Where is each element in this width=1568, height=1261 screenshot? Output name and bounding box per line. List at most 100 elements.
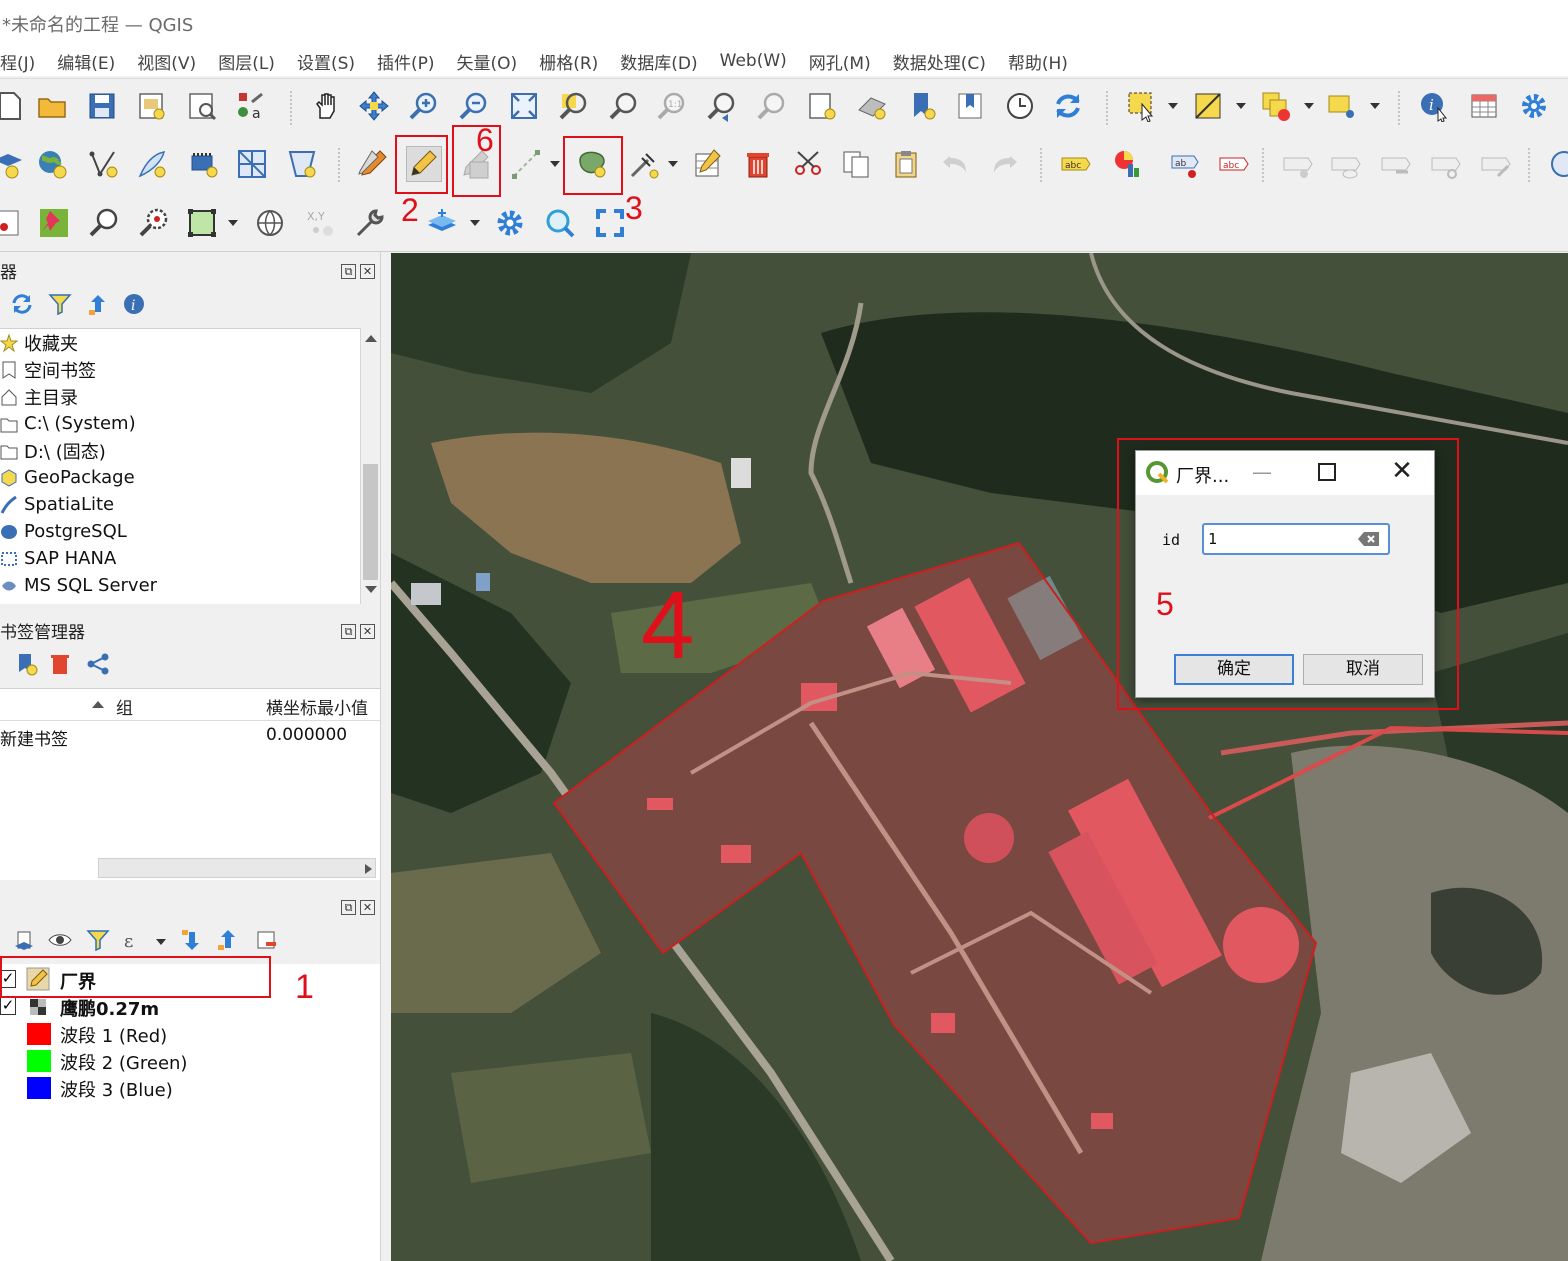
tree-item-spatial-bookmarks[interactable]: 空间书签 [0, 356, 360, 383]
layer-visibility-checkbox[interactable]: ✓ [0, 997, 16, 1015]
copy-features-icon[interactable] [838, 146, 874, 182]
settings-gear-icon[interactable] [1516, 88, 1552, 124]
select-extent-dropdown[interactable] [228, 205, 238, 241]
scrollbar-thumb[interactable] [363, 464, 378, 580]
close-panel-icon[interactable]: ✕ [360, 900, 375, 915]
close-panel-icon[interactable]: ✕ [360, 624, 375, 639]
zoom-locate-icon[interactable] [136, 205, 172, 241]
change-label-icon[interactable]: abc [1216, 146, 1252, 182]
new-3d-view-icon[interactable] [854, 88, 890, 124]
refresh-icon[interactable] [1050, 88, 1086, 124]
tree-item-postgresql[interactable]: PostgreSQL [0, 518, 360, 545]
expression-filter-icon[interactable]: ε [120, 926, 148, 954]
vertex-tool-icon[interactable] [626, 146, 662, 182]
digitize-dropdown[interactable] [550, 146, 560, 182]
zoom-out-icon[interactable] [456, 88, 492, 124]
column-header-group[interactable]: 组 [116, 694, 133, 719]
processing-gear-icon[interactable] [492, 205, 528, 241]
tree-item-drive-c[interactable]: C:\ (System) [0, 410, 360, 437]
collapse-all-icon[interactable] [214, 926, 242, 954]
tree-item-home[interactable]: 主目录 [0, 383, 360, 410]
tree-item-drive-d[interactable]: D:\ (固态) [0, 437, 360, 464]
menu-layer[interactable]: 图层(L) [218, 49, 275, 74]
share-icon[interactable] [84, 650, 112, 678]
scroll-right-icon[interactable] [364, 864, 372, 874]
select-extent-icon[interactable] [184, 205, 220, 241]
zoom-to-selection-icon[interactable] [556, 88, 592, 124]
info-icon[interactable]: i [120, 290, 148, 318]
layer-stack-dropdown[interactable] [470, 205, 480, 241]
new-map-view-icon[interactable] [804, 88, 840, 124]
eye-icon[interactable] [46, 926, 74, 954]
new-bookmark-icon[interactable] [904, 88, 940, 124]
select-dropdown[interactable] [1168, 88, 1178, 124]
wrench-icon[interactable] [352, 205, 388, 241]
expand-all-icon[interactable] [178, 926, 206, 954]
modify-attributes-icon[interactable] [690, 146, 726, 182]
zoom-to-layer-icon[interactable] [606, 88, 642, 124]
menu-mesh[interactable]: 网孔(M) [809, 49, 871, 74]
expression-filter-dropdown[interactable] [156, 924, 166, 960]
tree-item-mssql[interactable]: MS SQL Server [0, 572, 360, 599]
add-layer-icon[interactable] [0, 146, 26, 182]
search-magnifier-icon[interactable] [542, 205, 578, 241]
add-mesh-icon[interactable] [234, 146, 270, 182]
label-rotate-icon[interactable] [1428, 146, 1464, 182]
paste-features-icon[interactable] [888, 146, 924, 182]
tree-item-sap-hana[interactable]: SAP HANA [0, 545, 360, 572]
label-edit-icon[interactable] [1478, 146, 1514, 182]
tree-item-geopackage[interactable]: GeoPackage [0, 464, 360, 491]
open-layer-styling-icon[interactable] [10, 926, 38, 954]
menu-view[interactable]: 视图(V) [137, 49, 196, 74]
select-features-icon[interactable] [1124, 88, 1160, 124]
deselect-dropdown[interactable] [1236, 88, 1246, 124]
add-vector-icon[interactable] [86, 146, 122, 182]
menu-settings[interactable]: 设置(S) [297, 49, 355, 74]
identify-icon[interactable]: i [1416, 88, 1452, 124]
band-item-blue[interactable]: 波段 3 (Blue) [0, 1074, 388, 1101]
digitize-icon[interactable] [134, 146, 170, 182]
band-item-red[interactable]: 波段 1 (Red) [0, 1020, 388, 1047]
new-project-icon[interactable] [0, 88, 28, 124]
pan-to-selection-icon[interactable] [356, 88, 392, 124]
open-project-icon[interactable] [34, 88, 70, 124]
layout-manager-icon[interactable] [184, 88, 220, 124]
layer-stack-icon[interactable] [424, 205, 460, 241]
add-bookmark-icon[interactable] [12, 650, 40, 678]
panel-splitter[interactable] [380, 252, 390, 1261]
measure-icon[interactable] [0, 205, 26, 241]
label-tools-icon[interactable] [1280, 146, 1316, 182]
deselect-icon[interactable] [1190, 88, 1226, 124]
select-by-value-dropdown[interactable] [1304, 88, 1314, 124]
delete-bookmark-icon[interactable] [46, 650, 74, 678]
cut-features-icon[interactable] [790, 146, 826, 182]
scroll-down-icon[interactable] [365, 586, 377, 594]
label-toolbar-icon[interactable]: abc [1058, 146, 1094, 182]
menu-project[interactable]: 程(J) [0, 49, 35, 74]
pin-icon[interactable] [36, 205, 72, 241]
table-row[interactable]: 新建书签 0.000000 [0, 721, 380, 751]
xy-coordinate-icon[interactable]: X,Y [302, 205, 338, 241]
close-panel-icon[interactable]: ✕ [360, 264, 375, 279]
refresh-icon[interactable] [8, 290, 36, 318]
globe-plugin-icon[interactable] [1546, 146, 1568, 182]
map-canvas[interactable] [391, 253, 1568, 1261]
browser-scrollbar[interactable] [360, 328, 380, 604]
menu-processing[interactable]: 数据处理(C) [893, 49, 986, 74]
float-panel-icon[interactable]: ⧉ [341, 624, 356, 639]
zoom-in-icon[interactable] [406, 88, 442, 124]
style-manager-icon[interactable]: a [234, 88, 270, 124]
scroll-up-icon[interactable] [365, 334, 377, 342]
label-move-icon[interactable] [1378, 146, 1414, 182]
temporal-controller-icon[interactable] [1002, 88, 1038, 124]
vertex-dropdown[interactable] [668, 146, 678, 182]
digitize-line-icon[interactable] [508, 146, 544, 182]
zoom-last-icon[interactable] [704, 88, 740, 124]
menu-vector[interactable]: 矢量(O) [457, 49, 518, 74]
zoom-full-icon[interactable] [506, 88, 542, 124]
globe-icon[interactable] [252, 205, 288, 241]
full-extent-icon[interactable] [592, 205, 628, 241]
remove-layer-icon[interactable] [252, 926, 280, 954]
delete-selected-icon[interactable] [740, 146, 776, 182]
diagram-icon[interactable] [1110, 146, 1146, 182]
